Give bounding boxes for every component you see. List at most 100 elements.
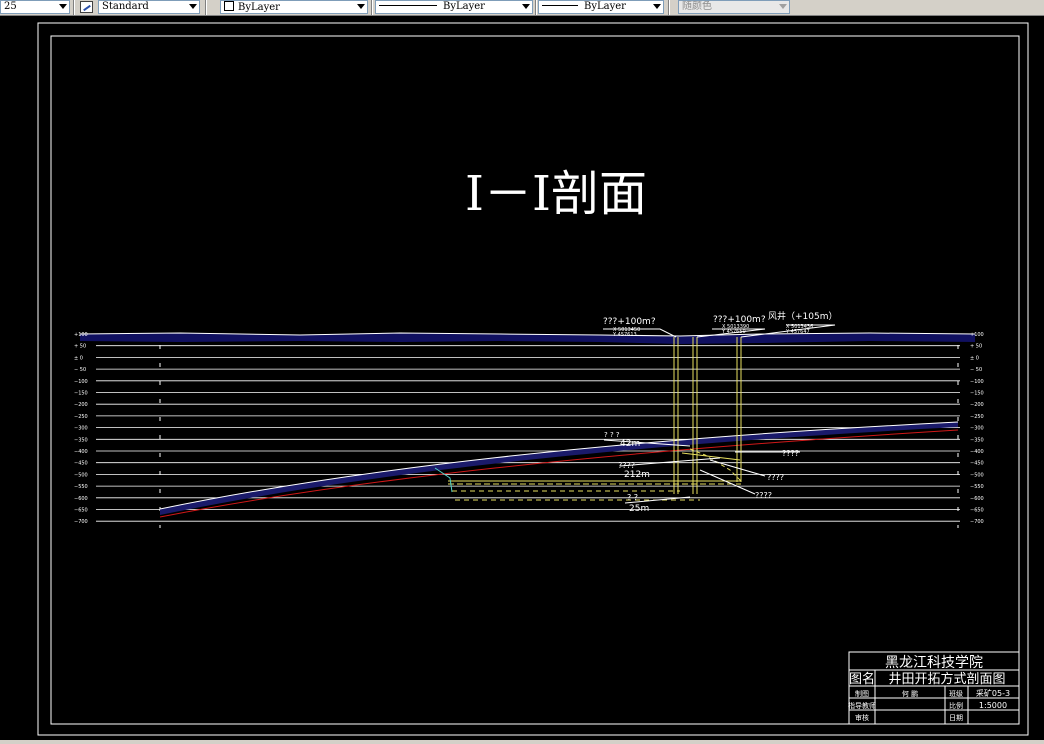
reviewer-label: 审核 — [855, 713, 869, 722]
toolbar-separator — [668, 0, 670, 15]
elevation-label: −150 — [74, 391, 88, 397]
elevation-label: −300 — [970, 426, 984, 432]
plot-style-dropdown[interactable]: 随颜色 — [678, 0, 790, 14]
elevation-label: −650 — [74, 508, 88, 514]
toolbar-separator — [205, 0, 207, 15]
elevation-label: −500 — [970, 472, 984, 478]
dim-42m: 42m — [620, 439, 640, 449]
question-marks-pair: ? ? — [627, 493, 638, 502]
chevron-down-icon — [357, 4, 365, 9]
class-label: 班级 — [949, 689, 963, 698]
elevation-label: ± 0 — [74, 355, 83, 361]
chevron-down-icon — [59, 4, 67, 9]
elevation-labels-left: +100 + 50 ± 0 − 50 −100 −150 −200 −250 −300 −350 −… — [74, 332, 88, 525]
school-name: 黑龙江科技学院 — [885, 655, 983, 671]
scale-dropdown[interactable]: 25 — [0, 0, 70, 14]
linetype-sample-icon — [379, 5, 437, 6]
inner-border — [50, 35, 1020, 725]
question-marks-small: ? ? ? — [604, 431, 620, 439]
elevation-label: −200 — [74, 402, 88, 408]
outer-border — [37, 22, 1029, 736]
toolbar-separator — [371, 0, 373, 15]
toolbar-separator — [73, 0, 75, 15]
leader-right3 — [699, 469, 756, 495]
connection-roadway — [434, 467, 453, 493]
coal-seams — [159, 421, 959, 518]
properties-toolbar: 25 Standard ByLayer ByLayer ByLayer 随颜色 — [0, 0, 1044, 16]
ground-surface — [79, 332, 976, 344]
inclined-roadway — [689, 448, 742, 482]
elevation-label: −700 — [970, 519, 984, 525]
scale-value: 1:5000 — [979, 701, 1007, 710]
elevation-label: −600 — [74, 496, 88, 502]
elevation-label: −250 — [970, 414, 984, 420]
leader-212m — [619, 457, 721, 467]
lineweight-value: ByLayer — [584, 1, 626, 12]
section-title: Ⅰ－Ⅰ剖面 — [465, 166, 647, 222]
scale-label: 比例 — [949, 701, 963, 710]
elevation-label: −700 — [74, 519, 88, 525]
elevation-label: −200 — [970, 402, 984, 408]
status-strip — [0, 740, 1044, 744]
chevron-down-icon — [653, 4, 661, 9]
elevation-label: −650 — [970, 508, 984, 514]
scale-dropdown-value: 25 — [4, 1, 17, 12]
question-marks-right3: ???? — [755, 491, 772, 500]
drawing-canvas[interactable]: Ⅰ－Ⅰ剖面 +100 + 50 ± 0 − 50 −100 −150 −200 −250 −30… — [0, 15, 1044, 740]
toolbar-separator — [535, 0, 537, 15]
seam-band — [160, 422, 958, 515]
lineweight-dropdown[interactable]: ByLayer — [538, 0, 664, 14]
advisor-label: 指导教师 — [848, 701, 876, 710]
seam-floor-line — [159, 429, 959, 518]
elevation-label: +100 — [970, 332, 984, 338]
elevation-label: −100 — [74, 379, 88, 385]
layer-dropdown[interactable]: ByLayer — [220, 0, 368, 14]
text-style-dropdown[interactable]: Standard — [98, 0, 200, 14]
drawer-name: 何 鹏 — [902, 689, 918, 698]
elevation-labels-right: +100 + 50 ± 0 − 50 −100 −150 −200 −250 −300 −350 −… — [970, 332, 984, 525]
title-block: 黑龙江科技学院 图名 井田开拓方式剖面图 制图 何 鹏 班级 采矿05-3 指导… — [848, 651, 1020, 725]
color-swatch-icon — [224, 1, 234, 11]
chevron-down-icon — [522, 4, 530, 9]
chevron-down-icon — [779, 4, 787, 9]
elevation-label: + 50 — [74, 344, 86, 350]
layer-value: ByLayer — [238, 2, 280, 13]
chevron-down-icon — [189, 4, 197, 9]
elevation-label: − 50 — [74, 367, 86, 373]
elevation-label: −550 — [970, 484, 984, 490]
text-style-icon[interactable] — [80, 1, 93, 13]
question-marks-right1: ???? — [782, 449, 799, 458]
linetype-value: ByLayer — [443, 1, 485, 12]
elevation-label: −450 — [74, 461, 88, 467]
text-style-value: Standard — [102, 1, 149, 12]
elevation-label: −250 — [74, 414, 88, 420]
elevation-label: −500 — [74, 472, 88, 478]
elevation-label: + 50 — [970, 344, 982, 350]
drawing-name: 井田开拓方式剖面图 — [888, 671, 1005, 687]
question-marks-4: ???? — [618, 461, 635, 470]
elevation-label: −600 — [970, 496, 984, 502]
elevation-label: −350 — [970, 437, 984, 443]
drawing-name-label: 图名 — [849, 671, 875, 687]
dim-25m: 25m — [629, 504, 649, 514]
date-label: 日期 — [949, 714, 963, 722]
airshaft-label: 风井（+105m） — [768, 310, 838, 322]
airshaft-coord-y: Y 457647 — [785, 329, 810, 335]
shaft1-label: ???+100m? — [603, 317, 656, 327]
lineweight-sample-icon — [542, 5, 578, 6]
elevation-label: − 50 — [970, 367, 982, 373]
elevation-label: −350 — [74, 437, 88, 443]
elevation-label: −400 — [970, 449, 984, 455]
question-marks-right2: ???? — [767, 473, 784, 482]
elevation-label: −150 — [970, 391, 984, 397]
elevation-label: −450 — [970, 461, 984, 467]
linetype-dropdown[interactable]: ByLayer — [375, 0, 533, 14]
shaft2-coord-y: Y 457650 — [721, 329, 746, 335]
elevation-label: −100 — [970, 379, 984, 385]
dim-212m: 212m — [624, 470, 650, 480]
elevation-label: −550 — [74, 484, 88, 490]
elevation-label: ± 0 — [970, 355, 979, 361]
plot-style-value: 随颜色 — [682, 1, 712, 12]
shaft1-coord-y: Y 457613 — [612, 332, 637, 338]
elevation-label: +100 — [74, 332, 88, 338]
